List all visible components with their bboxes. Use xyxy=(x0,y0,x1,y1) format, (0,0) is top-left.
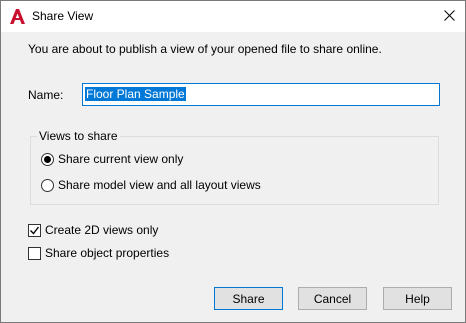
views-to-share-group xyxy=(30,136,439,205)
radio-share-all-views[interactable]: Share model view and all layout views xyxy=(41,178,261,192)
radio-label: Share model view and all layout views xyxy=(58,178,261,192)
checkbox-checked[interactable] xyxy=(28,223,41,237)
radio-button[interactable] xyxy=(41,178,54,192)
name-input-value: Floor Plan Sample xyxy=(85,87,186,101)
help-button[interactable]: Help xyxy=(383,287,452,310)
checkbox-label: Create 2D views only xyxy=(45,223,159,237)
checkbox-label: Share object properties xyxy=(45,246,170,260)
share-button[interactable]: Share xyxy=(214,287,283,310)
checkbox[interactable] xyxy=(28,246,41,260)
intro-text: You are about to publish a view of your … xyxy=(28,42,382,56)
checkbox-create-2d-views[interactable]: Create 2D views only xyxy=(28,223,158,237)
cancel-button[interactable]: Cancel xyxy=(298,287,367,310)
share-view-dialog: Share View You are about to publish a vi… xyxy=(0,0,466,323)
name-input[interactable]: Floor Plan Sample xyxy=(82,83,440,106)
window-title: Share View xyxy=(32,9,94,23)
title-bar: Share View xyxy=(1,1,465,32)
checkmark-icon xyxy=(30,226,40,235)
radio-button-selected[interactable] xyxy=(41,152,54,166)
radio-label: Share current view only xyxy=(58,152,184,166)
close-icon xyxy=(443,9,455,24)
name-label: Name: xyxy=(28,88,64,102)
checkbox-share-object-properties[interactable]: Share object properties xyxy=(28,246,169,260)
views-to-share-title: Views to share xyxy=(37,129,120,143)
close-button[interactable] xyxy=(433,1,465,32)
radio-share-current-view[interactable]: Share current view only xyxy=(41,152,183,166)
autocad-a-icon xyxy=(10,9,25,24)
